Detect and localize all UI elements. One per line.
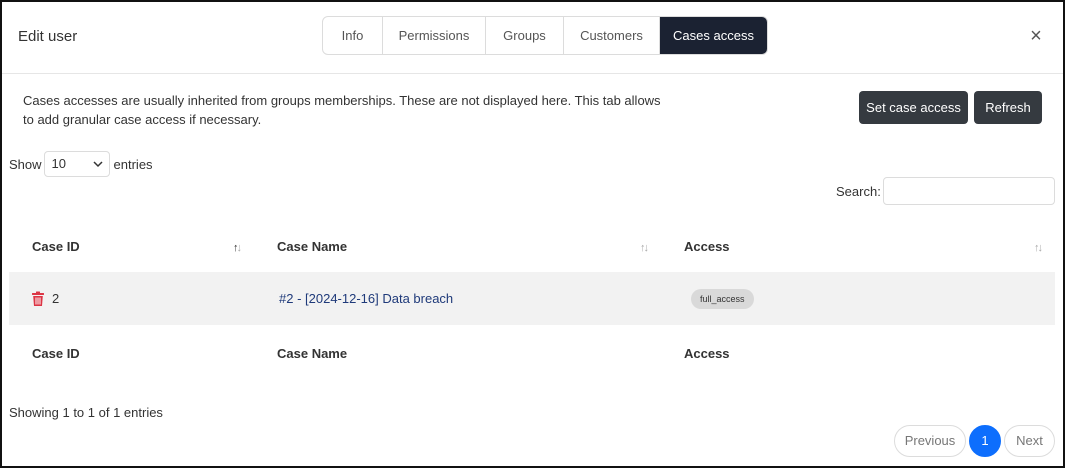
- modal-header: Edit user Info Permissions Groups Custom…: [2, 2, 1063, 74]
- next-page-button[interactable]: Next: [1004, 425, 1055, 457]
- table-footer: Case ID Case Name Access: [9, 326, 1055, 376]
- refresh-button[interactable]: Refresh: [974, 91, 1042, 124]
- entries-select-value: 10: [51, 156, 66, 171]
- access-badge: full_access: [691, 289, 754, 309]
- footer-column-case-name: Case Name: [277, 346, 348, 361]
- sort-icon[interactable]: ↑↓: [233, 242, 242, 254]
- tab-bar: Info Permissions Groups Customers Cases …: [322, 16, 768, 55]
- table-row: 2 #2 - [2024-12-16] Data breach full_acc…: [9, 272, 1055, 325]
- edit-user-modal: Edit user Info Permissions Groups Custom…: [0, 0, 1065, 468]
- entries-length-control: Show 10 entries: [9, 151, 153, 177]
- tab-groups[interactable]: Groups: [486, 17, 564, 54]
- show-label: Show: [9, 156, 42, 172]
- modal-title: Edit user: [18, 28, 78, 45]
- footer-column-access: Access: [684, 346, 730, 361]
- search-input[interactable]: [883, 177, 1055, 205]
- search-label: Search:: [836, 184, 881, 199]
- tab-description: Cases accesses are usually inherited fro…: [23, 93, 661, 127]
- close-icon[interactable]: ×: [1028, 26, 1044, 46]
- tab-permissions[interactable]: Permissions: [383, 17, 486, 54]
- previous-page-button[interactable]: Previous: [894, 425, 966, 457]
- trash-icon[interactable]: [31, 291, 45, 307]
- tab-cases-access[interactable]: Cases access: [660, 17, 767, 54]
- entries-info: Showing 1 to 1 of 1 entries: [9, 405, 163, 420]
- page-1-button[interactable]: 1: [969, 425, 1001, 457]
- tab-info[interactable]: Info: [323, 17, 383, 54]
- entries-label: entries: [113, 156, 153, 172]
- footer-column-case-id: Case ID: [32, 346, 80, 361]
- table-header: Case ID ↑↓ Case Name ↑↓ Access ↑↓: [9, 227, 1055, 272]
- set-case-access-button[interactable]: Set case access: [859, 91, 968, 124]
- case-name-link[interactable]: #2 - [2024-12-16] Data breach: [279, 291, 453, 306]
- sort-icon[interactable]: ↑↓: [640, 242, 649, 254]
- case-id-cell: 2: [52, 291, 60, 306]
- column-header-case-name[interactable]: Case Name: [277, 239, 347, 254]
- entries-select[interactable]: 10: [43, 151, 110, 177]
- column-header-case-id[interactable]: Case ID: [32, 239, 80, 254]
- sort-icon[interactable]: ↑↓: [1034, 242, 1043, 254]
- tab-customers[interactable]: Customers: [564, 17, 660, 54]
- chevron-down-icon: [93, 152, 103, 186]
- column-header-access[interactable]: Access: [684, 239, 730, 254]
